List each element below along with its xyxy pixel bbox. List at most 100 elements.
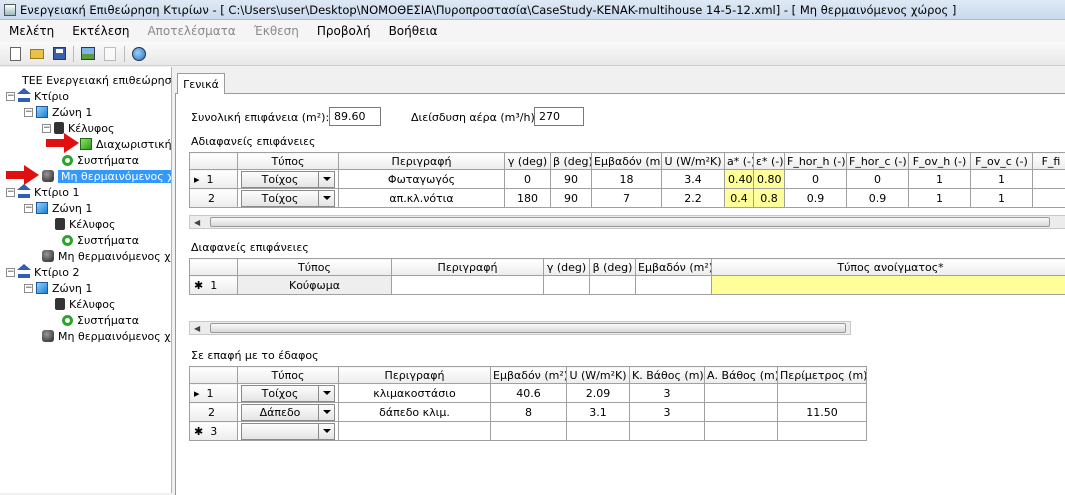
column-header[interactable]: β (deg) bbox=[551, 153, 592, 170]
tree-systems[interactable]: Συστήματα bbox=[62, 152, 139, 168]
collapse-icon[interactable]: − bbox=[6, 188, 15, 197]
perimeter-cell[interactable] bbox=[778, 384, 867, 403]
desc-cell[interactable] bbox=[392, 276, 544, 295]
column-header[interactable]: Εμβαδόν (m²) bbox=[592, 153, 662, 170]
row-header[interactable]: ▸ 1 bbox=[190, 170, 238, 189]
opaque-horizontal-scrollbar[interactable]: ◀ bbox=[189, 215, 1065, 229]
opaque-surfaces-table[interactable]: Τύπος Περιγραφή γ (deg) β (deg) Εμβαδόν … bbox=[189, 152, 1065, 208]
tree-building[interactable]: − Κτίριο bbox=[6, 88, 69, 104]
k-depth-cell[interactable]: 3 bbox=[630, 403, 705, 422]
desc-cell[interactable] bbox=[339, 422, 491, 441]
column-header[interactable]: Εμβαδόν (m²) bbox=[636, 259, 712, 276]
beta-cell[interactable] bbox=[590, 276, 636, 295]
print-preview-button[interactable] bbox=[101, 45, 119, 63]
web-button[interactable] bbox=[130, 45, 148, 63]
menu-report[interactable]: Έκθεση bbox=[245, 24, 308, 38]
type-dropdown[interactable]: Τοίχος bbox=[241, 385, 335, 402]
desc-cell[interactable]: Φωταγωγός bbox=[339, 170, 505, 189]
area-cell[interactable]: 7 bbox=[592, 189, 662, 208]
f-hor-h-cell[interactable]: 0.9 bbox=[785, 189, 847, 208]
f-hor-c-cell[interactable]: 0.9 bbox=[847, 189, 909, 208]
column-header[interactable]: Περίμετρος (m) bbox=[778, 367, 867, 384]
ground-contact-table[interactable]: Τύπος Περιγραφή Εμβαδόν (m²) U (W/m²K) Κ… bbox=[189, 366, 867, 441]
image-button[interactable] bbox=[79, 45, 97, 63]
menu-run[interactable]: Εκτέλεση bbox=[63, 24, 138, 38]
tree-b2-zone1[interactable]: − Ζώνη 1 bbox=[24, 280, 92, 296]
column-header[interactable]: β (deg) bbox=[590, 259, 636, 276]
tab-general[interactable]: Γενικά bbox=[177, 73, 225, 94]
save-button[interactable] bbox=[50, 45, 68, 63]
column-header[interactable]: F_hor_c (-) bbox=[847, 153, 909, 170]
collapse-icon[interactable]: − bbox=[24, 204, 33, 213]
e-cell[interactable]: 0.8 bbox=[754, 189, 785, 208]
table-row[interactable]: ✱ 3 bbox=[190, 422, 867, 441]
tree-building2[interactable]: − Κτίριο 2 bbox=[6, 264, 80, 280]
dropdown-button[interactable] bbox=[318, 386, 334, 401]
gamma-cell[interactable]: 180 bbox=[505, 189, 551, 208]
area-cell[interactable]: 18 bbox=[592, 170, 662, 189]
tree-b1-shell[interactable]: Κέλυφος bbox=[55, 216, 115, 232]
open-file-button[interactable] bbox=[28, 45, 46, 63]
table-row[interactable]: 2 Δάπεδο δάπεδο κλιμ. 8 3.1 3 11.50 bbox=[190, 403, 867, 422]
transparent-horizontal-scrollbar[interactable]: ◀ bbox=[189, 321, 851, 335]
row-header[interactable]: ✱ 3 bbox=[190, 422, 238, 441]
column-header[interactable]: F_hor_h (-) bbox=[785, 153, 847, 170]
f-ov-c-cell[interactable]: 1 bbox=[971, 189, 1033, 208]
scroll-left-icon[interactable]: ◀ bbox=[194, 324, 200, 333]
dropdown-button[interactable] bbox=[318, 172, 334, 187]
a-depth-cell[interactable] bbox=[705, 422, 778, 441]
area-cell[interactable] bbox=[636, 276, 712, 295]
dropdown-button[interactable] bbox=[318, 405, 334, 420]
a-cell[interactable]: 0.4 bbox=[725, 189, 754, 208]
type-cell[interactable]: Κούφωμα bbox=[238, 276, 392, 295]
u-cell[interactable]: 3.4 bbox=[662, 170, 725, 189]
tree-partition[interactable]: Διαχωριστική bbox=[80, 136, 172, 152]
type-dropdown[interactable]: Δάπεδο bbox=[241, 404, 335, 421]
collapse-icon[interactable]: − bbox=[24, 108, 33, 117]
column-header[interactable]: Τύπος bbox=[238, 367, 339, 384]
area-cell[interactable]: 8 bbox=[491, 403, 567, 422]
gamma-cell[interactable]: 0 bbox=[505, 170, 551, 189]
u-cell[interactable]: 3.1 bbox=[567, 403, 630, 422]
tree-building1[interactable]: − Κτίριο 1 bbox=[6, 184, 80, 200]
column-header[interactable]: Εμβαδόν (m²) bbox=[491, 367, 567, 384]
beta-cell[interactable]: 90 bbox=[551, 189, 592, 208]
perimeter-cell[interactable] bbox=[778, 422, 867, 441]
row-header[interactable]: ▸ 1 bbox=[190, 384, 238, 403]
f-hor-h-cell[interactable]: 0 bbox=[785, 170, 847, 189]
desc-cell[interactable]: απ.κλ.νότια bbox=[339, 189, 505, 208]
column-header[interactable]: Α. Βάθος (m) bbox=[705, 367, 778, 384]
area-cell[interactable]: 40.6 bbox=[491, 384, 567, 403]
desc-cell[interactable]: κλιμακοστάσιο bbox=[339, 384, 491, 403]
collapse-icon[interactable]: − bbox=[6, 268, 15, 277]
scrollbar-thumb[interactable] bbox=[210, 217, 1050, 227]
project-tree[interactable]: ΤΕΕ Ενεργειακή επιθεώρηση − Κτίριο − Ζών… bbox=[0, 67, 172, 493]
column-header[interactable]: U (W/m²K) bbox=[567, 367, 630, 384]
menu-help[interactable]: Βοήθεια bbox=[380, 24, 447, 38]
tree-b1-unheated[interactable]: Μη θερμαινόμενος χώ bbox=[42, 248, 172, 264]
dropdown-button[interactable] bbox=[318, 191, 334, 206]
column-header[interactable]: Περιγραφή bbox=[392, 259, 544, 276]
type-cell[interactable]: Τοίχος bbox=[238, 384, 339, 403]
table-row[interactable]: 2 Τοίχος απ.κλ.νότια 180 90 7 2.2 0.4 0.… bbox=[190, 189, 1065, 208]
table-row[interactable]: ✱ 1 Κούφωμα bbox=[190, 276, 1065, 295]
type-dropdown[interactable] bbox=[241, 423, 335, 440]
f-hor-c-cell[interactable]: 0 bbox=[847, 170, 909, 189]
tree-root[interactable]: ΤΕΕ Ενεργειακή επιθεώρηση bbox=[22, 72, 172, 88]
a-cell[interactable]: 0.40 bbox=[725, 170, 754, 189]
column-header[interactable]: Κ. Βάθος (m) bbox=[630, 367, 705, 384]
type-dropdown[interactable]: Τοίχος bbox=[241, 190, 335, 207]
tree-b2-systems[interactable]: Συστήματα bbox=[62, 312, 139, 328]
collapse-icon[interactable]: − bbox=[6, 92, 15, 101]
column-header[interactable]: γ (deg) bbox=[544, 259, 590, 276]
new-file-button[interactable] bbox=[6, 45, 24, 63]
area-cell[interactable] bbox=[491, 422, 567, 441]
column-header[interactable]: F_fi bbox=[1033, 153, 1065, 170]
type-cell[interactable]: Δάπεδο bbox=[238, 403, 339, 422]
table-row[interactable]: ▸ 1 Τοίχος Φωταγωγός 0 90 18 3.4 0.40 0.… bbox=[190, 170, 1065, 189]
beta-cell[interactable]: 90 bbox=[551, 170, 592, 189]
type-cell[interactable]: Τοίχος bbox=[238, 189, 339, 208]
opening-type-cell[interactable] bbox=[712, 276, 1065, 295]
type-cell[interactable] bbox=[238, 422, 339, 441]
f-fi-cell[interactable] bbox=[1033, 189, 1065, 208]
